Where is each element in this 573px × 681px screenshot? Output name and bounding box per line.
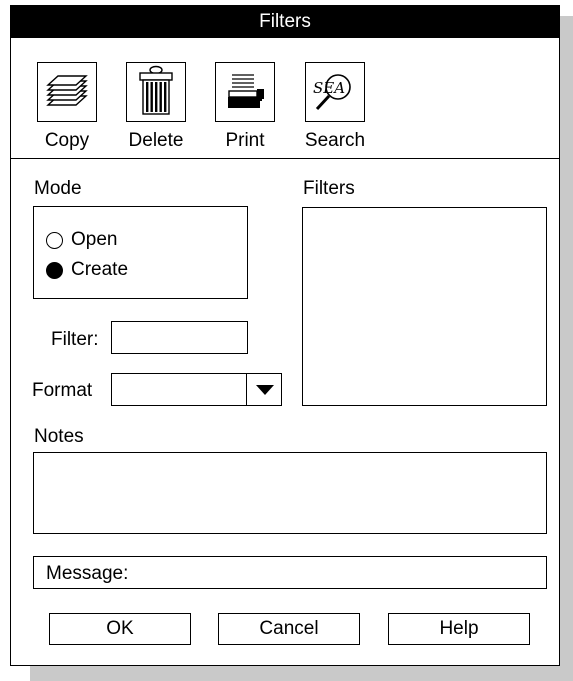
radio-create[interactable]: Create bbox=[46, 259, 128, 281]
title-bar: Filters bbox=[11, 6, 559, 38]
svg-text:SEA: SEA bbox=[313, 79, 345, 97]
radio-open-label: Open bbox=[71, 229, 118, 250]
format-label: Format bbox=[32, 380, 93, 401]
notes-label: Notes bbox=[34, 426, 84, 447]
filter-input[interactable] bbox=[111, 321, 248, 354]
radio-open[interactable]: Open bbox=[46, 229, 117, 251]
print-button[interactable]: Print bbox=[200, 62, 290, 152]
format-dropdown-button[interactable] bbox=[246, 373, 283, 406]
cancel-button-label: Cancel bbox=[259, 618, 319, 639]
ok-button[interactable]: OK bbox=[49, 613, 191, 645]
trash-icon bbox=[126, 62, 186, 122]
copy-label: Copy bbox=[44, 130, 90, 151]
filter-label: Filter: bbox=[51, 329, 99, 350]
filters-list-label: Filters bbox=[303, 178, 355, 199]
help-button-label: Help bbox=[439, 618, 479, 639]
cancel-button[interactable]: Cancel bbox=[218, 613, 360, 645]
window-title: Filters bbox=[259, 11, 311, 32]
radio-create-indicator bbox=[46, 261, 63, 279]
notes-textarea[interactable] bbox=[33, 452, 547, 534]
help-button[interactable]: Help bbox=[388, 613, 530, 645]
filters-dialog: Filters Copy Delete Print SEA Search Mod… bbox=[10, 5, 560, 666]
message-field: Message: bbox=[33, 556, 547, 589]
mode-group: Open Create bbox=[33, 206, 248, 299]
print-label: Print bbox=[225, 130, 265, 151]
message-label: Message: bbox=[46, 563, 129, 584]
format-select[interactable] bbox=[111, 373, 282, 406]
search-icon: SEA bbox=[305, 62, 365, 122]
printer-icon bbox=[215, 62, 275, 122]
mode-label: Mode bbox=[34, 178, 82, 199]
radio-open-indicator bbox=[46, 231, 63, 249]
delete-label: Delete bbox=[128, 130, 184, 151]
search-button[interactable]: SEA Search bbox=[290, 62, 380, 152]
copy-button[interactable]: Copy bbox=[22, 62, 112, 152]
radio-create-label: Create bbox=[71, 259, 129, 280]
toolbar: Copy Delete Print SEA Search bbox=[11, 38, 559, 159]
search-label: Search bbox=[304, 130, 366, 151]
delete-button[interactable]: Delete bbox=[111, 62, 201, 152]
copy-icon bbox=[37, 62, 97, 122]
ok-button-label: OK bbox=[106, 618, 134, 639]
chevron-down-icon bbox=[256, 384, 274, 395]
filters-listbox[interactable] bbox=[302, 207, 547, 406]
